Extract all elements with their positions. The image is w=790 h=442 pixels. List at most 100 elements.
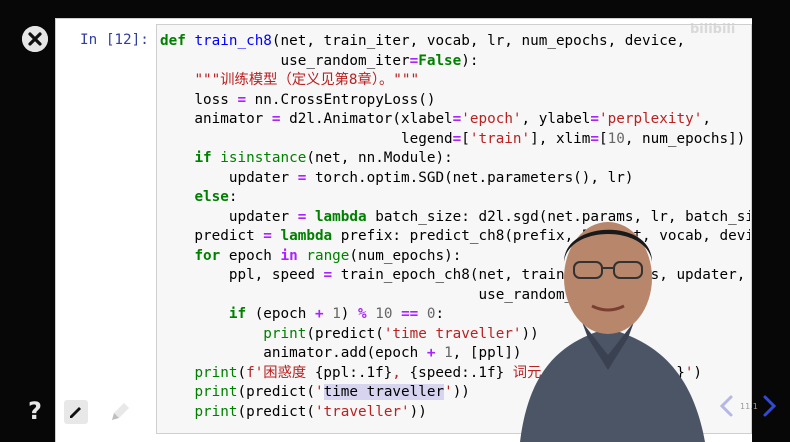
code-token: else (194, 189, 229, 205)
code-token: ) (340, 306, 359, 322)
code-line[interactable]: use_random_iter=False): (160, 52, 750, 72)
code-token: 'perplexity' (599, 111, 703, 127)
help-button[interactable]: ? (24, 397, 46, 425)
code-token: [ (599, 130, 608, 147)
code-token: ( (237, 364, 247, 381)
presenter-video (520, 222, 705, 442)
code-line[interactable]: updater = torch.optim.SGD(net.parameters… (160, 169, 750, 189)
code-token: )) (452, 384, 470, 400)
slide-stage: bilibili In [12]: def train_ch8(net, tra… (0, 0, 790, 442)
code-token: epoch (220, 247, 281, 264)
code-token: {ppl:.1f} (314, 364, 393, 381)
code-token: nn.CrossEntropyLoss() (246, 91, 436, 108)
code-token: if (228, 306, 247, 322)
code-token: + (314, 306, 324, 322)
code-token: 10 (375, 306, 393, 322)
code-token: for (194, 247, 221, 264)
next-slide-button[interactable] (760, 392, 780, 420)
code-token: , num_epochs]) (624, 130, 746, 147)
code-token: print (194, 364, 238, 381)
code-token: (num_epochs): (349, 247, 462, 264)
previous-slide-button[interactable] (716, 392, 736, 420)
code-token: {speed:.1f} (409, 364, 505, 381)
code-token: False (418, 52, 462, 69)
code-token: lambda (314, 208, 367, 225)
code-token: (epoch (246, 306, 315, 322)
code-token: : (435, 306, 445, 322)
code-line[interactable]: if isinstance(net, nn.Module): (160, 149, 750, 169)
code-token: (predict( (237, 384, 315, 400)
code-token: animator (160, 111, 272, 127)
code-token: ' (314, 384, 324, 400)
pencil-icon (112, 403, 129, 420)
edit-notes-button[interactable] (64, 400, 88, 424)
chevron-right-icon (763, 395, 777, 417)
code-token: animator.add(epoch (160, 345, 427, 361)
close-button[interactable] (22, 26, 48, 52)
code-token: (net, train_iter, vocab, lr, num_epochs,… (271, 33, 686, 49)
code-token: 1 (332, 306, 341, 322)
code-token: = (590, 111, 600, 127)
code-line[interactable]: def train_ch8(net, train_iter, vocab, lr… (160, 32, 750, 52)
code-token: ppl, speed (160, 267, 324, 283)
code-token: % (358, 306, 367, 322)
code-token: ], xlim (530, 130, 591, 147)
code-token: loss (160, 91, 238, 108)
code-token: 1 (444, 345, 453, 361)
code-line[interactable]: else: (160, 188, 750, 208)
code-token: == (401, 306, 419, 322)
close-icon (22, 26, 48, 52)
code-token: print (194, 384, 238, 400)
code-token: 0 (426, 306, 436, 322)
code-token: torch.optim.SGD(net.parameters(), lr) (306, 169, 634, 186)
code-line[interactable]: """训练模型（定义见第8章）。""" (160, 71, 750, 91)
code-token: d2l.Animator(xlabel (280, 111, 453, 127)
code-token: )) (409, 403, 427, 420)
code-token: f'困惑度 (246, 364, 315, 381)
code-token: range (306, 247, 350, 264)
code-token: (predict( (237, 403, 315, 420)
slide-number: 11.1 (740, 402, 758, 411)
code-token: = (263, 228, 272, 244)
code-token: print (194, 403, 238, 420)
code-token: legend (160, 130, 453, 147)
code-token: predict (160, 228, 264, 244)
code-token: updater (160, 169, 298, 186)
cell-prompt: In [12]: (80, 32, 149, 48)
code-token: ' (444, 384, 453, 400)
code-token: = (323, 267, 333, 283)
code-line[interactable]: legend=['train'], xlim=[10, num_epochs]) (160, 130, 750, 150)
code-token: time traveller (323, 384, 445, 400)
code-token: = (590, 130, 600, 147)
code-token: lambda (280, 228, 333, 244)
code-token: 'traveller' (314, 403, 410, 420)
code-token: ): (461, 52, 479, 69)
code-token: , (702, 111, 711, 127)
code-token: [ (461, 130, 470, 147)
code-token: = (452, 111, 462, 127)
code-token: (net, nn.Module): (306, 150, 453, 166)
code-token: = (409, 52, 419, 69)
edit-button[interactable] (108, 400, 132, 424)
code-line[interactable]: loss = nn.CrossEntropyLoss() (160, 91, 750, 111)
code-token: updater (160, 208, 298, 225)
code-line[interactable]: animator = d2l.Animator(xlabel='epoch', … (160, 110, 750, 130)
code-token: if (194, 150, 221, 166)
code-token: train_ch8 (194, 33, 272, 49)
code-token: 10 (607, 130, 625, 147)
code-token: = (271, 111, 281, 127)
